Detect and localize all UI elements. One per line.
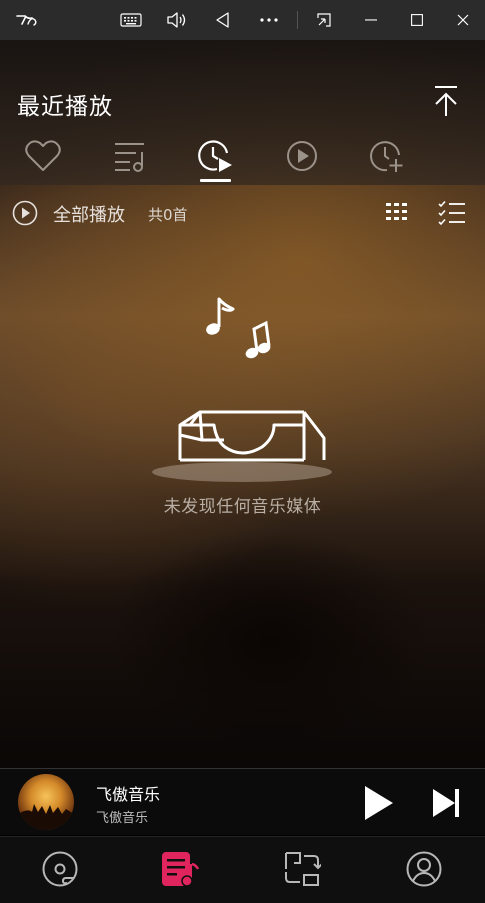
active-tab-indicator xyxy=(200,179,231,182)
volume-icon[interactable] xyxy=(164,0,190,40)
bottom-navigation xyxy=(0,836,485,903)
tab-add-recent[interactable] xyxy=(367,136,407,176)
maximize-icon[interactable] xyxy=(404,0,430,40)
now-playing-title: 飞傲音乐 xyxy=(96,785,161,804)
tab-recent[interactable] xyxy=(196,136,236,176)
play-all-button[interactable]: 全部播放 xyxy=(53,201,125,227)
window-titlebar xyxy=(0,0,485,40)
nav-switch[interactable] xyxy=(282,849,322,889)
album-cover[interactable] xyxy=(18,774,74,830)
track-count: 共0首 xyxy=(148,206,188,224)
multi-select-icon[interactable] xyxy=(438,200,466,226)
titlebar-separator xyxy=(297,11,298,29)
recent-clock-icon xyxy=(198,140,232,172)
disc-icon xyxy=(42,851,78,887)
back-triangle-icon[interactable] xyxy=(210,0,236,40)
app-logo-icon xyxy=(14,10,40,30)
play-circle-icon xyxy=(287,141,317,171)
tab-now-playing[interactable] xyxy=(282,136,322,176)
keyboard-icon[interactable] xyxy=(118,0,144,40)
play-icon[interactable] xyxy=(358,783,398,823)
minimize-icon[interactable] xyxy=(358,0,384,40)
nav-profile[interactable] xyxy=(404,849,444,889)
play-all-icon[interactable] xyxy=(12,200,38,226)
more-icon[interactable] xyxy=(256,0,282,40)
main-content: 最近播放 全部播放 共0首 未发现任何音乐媒体 xyxy=(0,40,485,768)
grid-view-icon[interactable] xyxy=(385,201,409,225)
skip-next-icon[interactable] xyxy=(428,785,464,821)
compact-overlay-icon[interactable] xyxy=(311,0,337,40)
tab-playlists[interactable] xyxy=(110,136,150,176)
switch-icon xyxy=(285,852,321,886)
tab-favorites[interactable] xyxy=(23,136,63,176)
empty-box-illustration xyxy=(150,295,335,485)
play-all-row: 全部播放 共0首 xyxy=(0,190,485,236)
export-top-icon[interactable] xyxy=(430,84,462,118)
profile-icon xyxy=(406,851,442,887)
now-playing-bar[interactable]: 飞傲音乐 飞傲音乐 xyxy=(0,768,485,835)
music-note-icon xyxy=(206,297,271,359)
library-icon xyxy=(162,852,200,887)
empty-state-message: 未发现任何音乐媒体 xyxy=(163,497,322,517)
nav-discover[interactable] xyxy=(40,849,80,889)
heart-icon xyxy=(25,140,61,171)
nav-library[interactable] xyxy=(160,849,200,889)
clock-add-icon xyxy=(370,141,403,172)
now-playing-artist: 飞傲音乐 xyxy=(96,811,149,826)
close-icon[interactable] xyxy=(450,0,476,40)
playlist-icon xyxy=(115,143,144,172)
page-title: 最近播放 xyxy=(17,94,113,120)
